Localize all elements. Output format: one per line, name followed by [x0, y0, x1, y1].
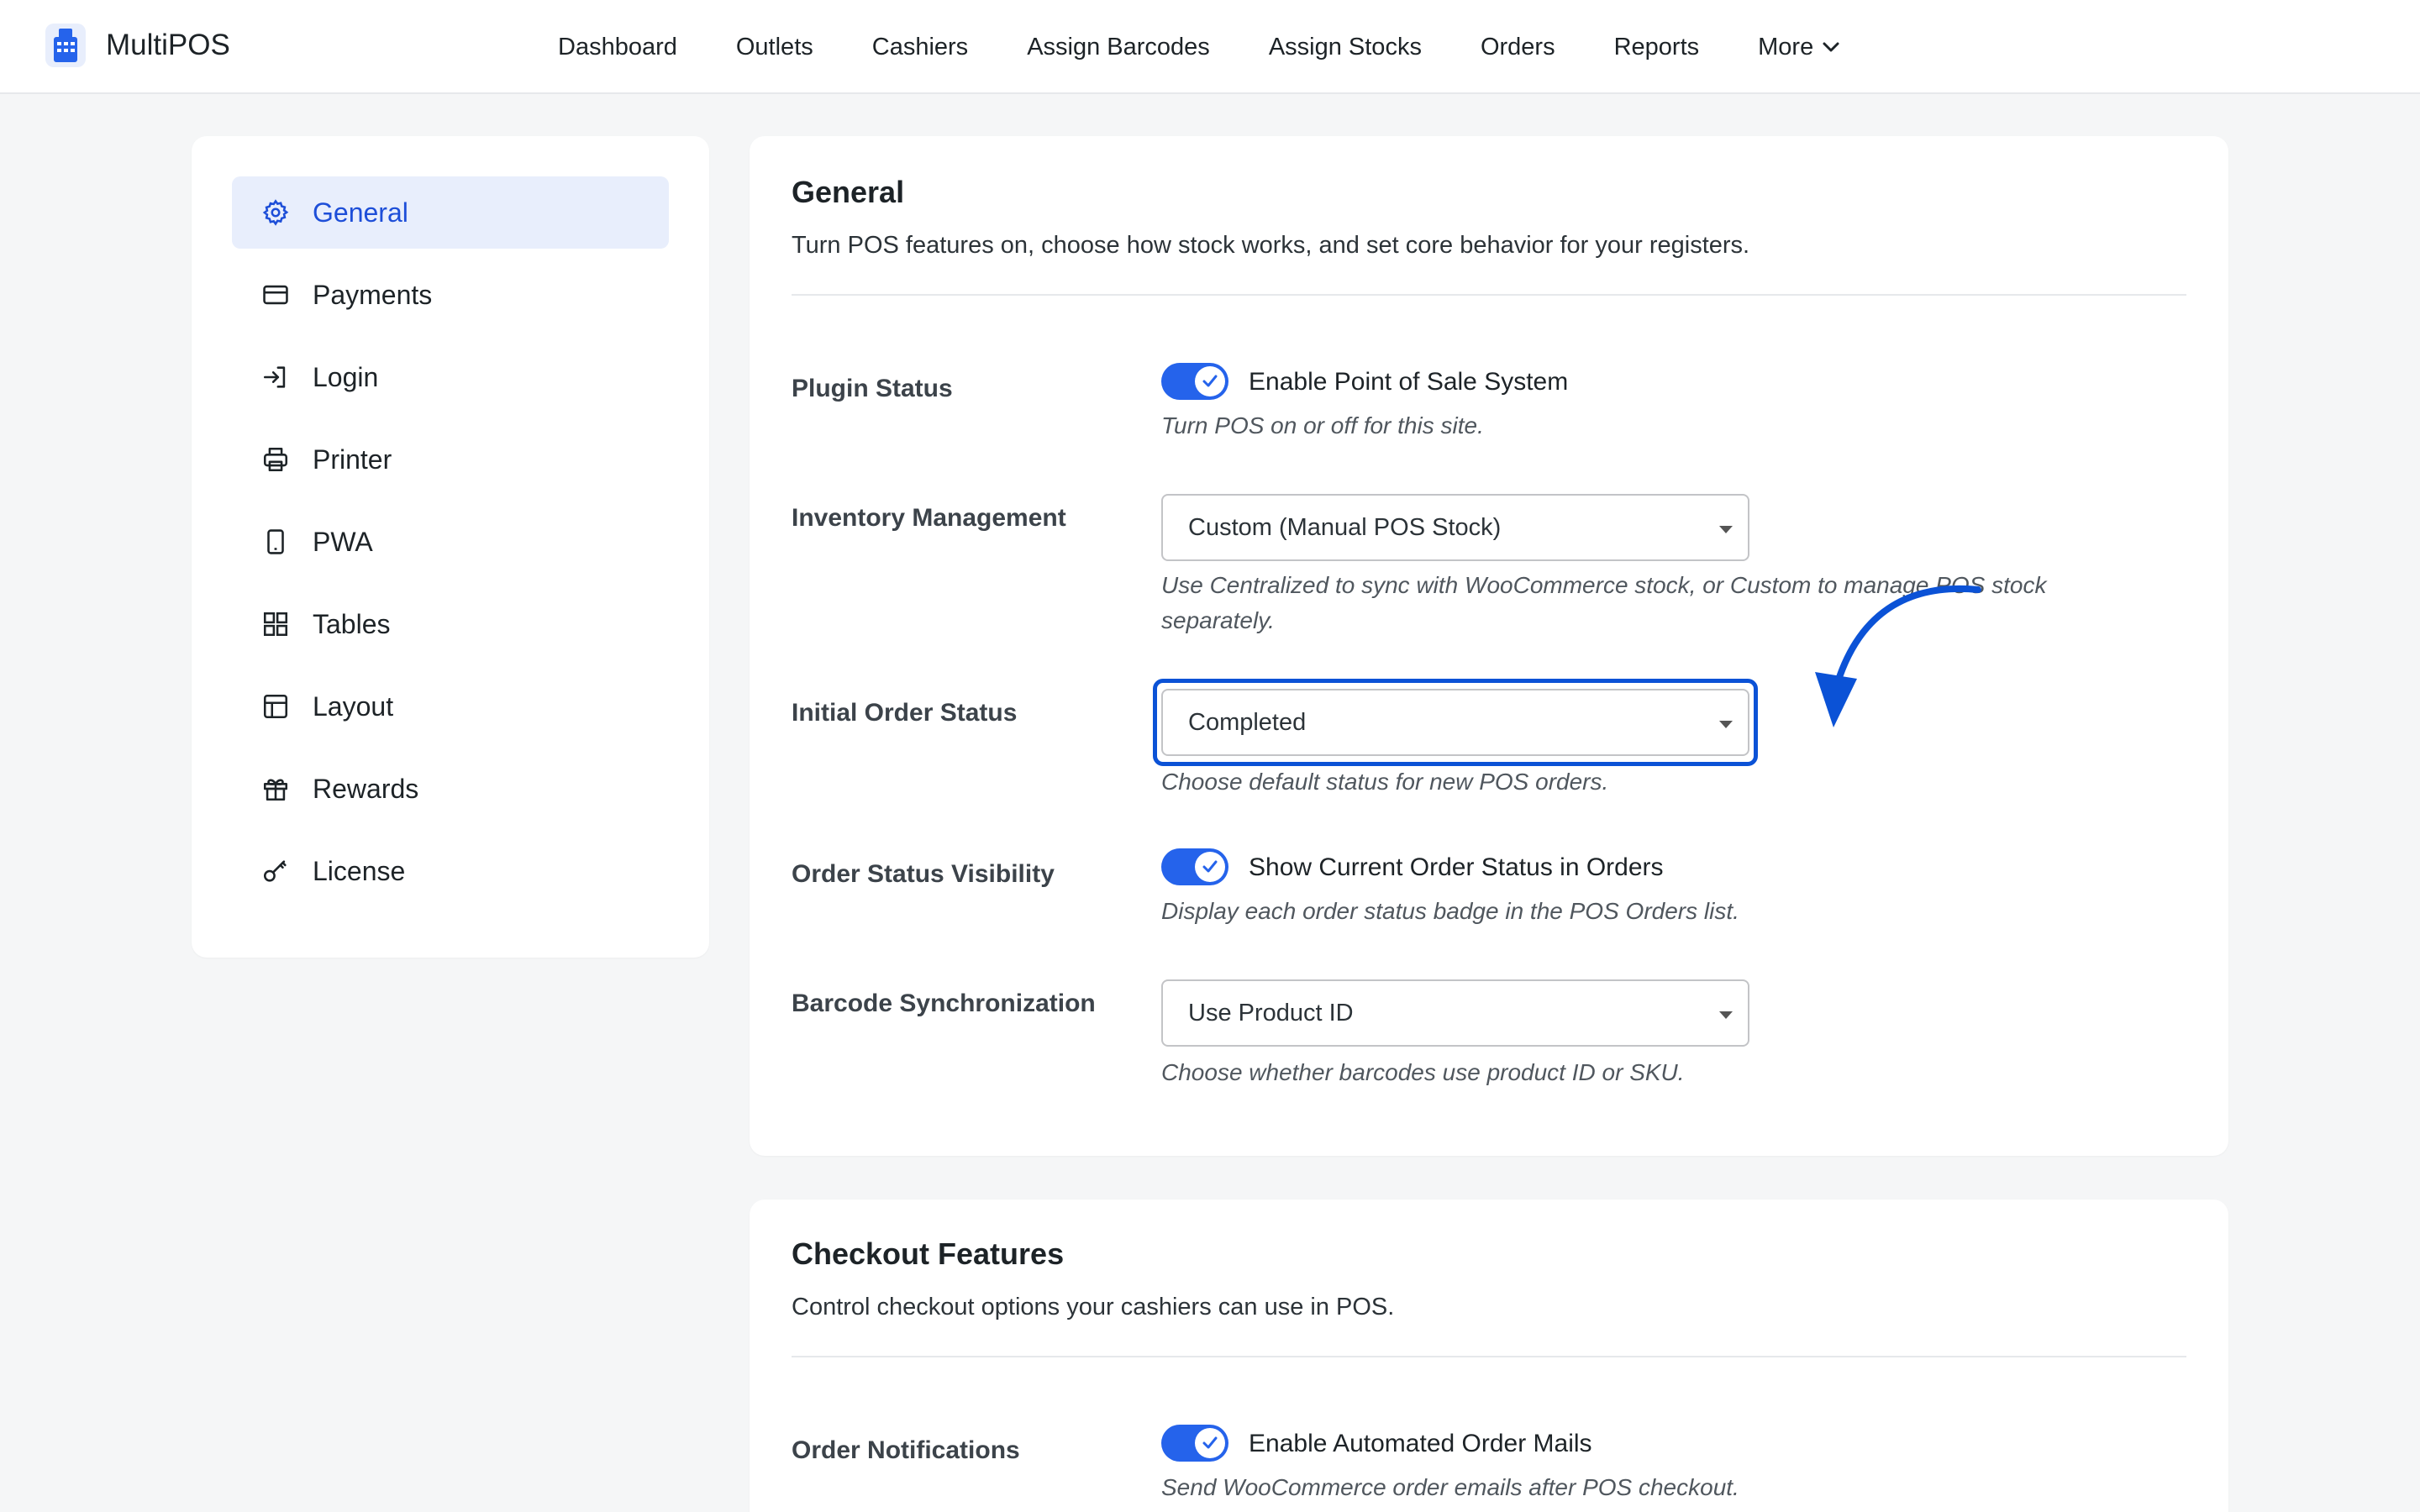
- toggle-knob: [1195, 1428, 1225, 1458]
- plugin-status-toggle[interactable]: [1161, 363, 1228, 400]
- sidebar-item-label: Printer: [313, 444, 392, 475]
- nav-dashboard[interactable]: Dashboard: [558, 34, 677, 61]
- grid-icon: [260, 609, 291, 639]
- section-description: Turn POS features on, choose how stock w…: [792, 232, 1750, 259]
- nav-outlets[interactable]: Outlets: [736, 34, 813, 61]
- nav-orders[interactable]: Orders: [1481, 34, 1555, 61]
- order-status-visibility-toggle[interactable]: [1161, 848, 1228, 885]
- section-title: General: [792, 175, 905, 209]
- top-navigation-bar: MultiPOS Dashboard Outlets Cashiers Assi…: [0, 0, 2420, 94]
- nav-assign-barcodes[interactable]: Assign Barcodes: [1027, 34, 1210, 61]
- sidebar-item-tables[interactable]: Tables: [232, 588, 669, 660]
- sidebar-item-label: PWA: [313, 526, 373, 557]
- sidebar-item-license[interactable]: License: [232, 835, 669, 907]
- barcode-sync-label: Barcode Synchronization: [792, 990, 1096, 1017]
- select-value: Completed: [1188, 708, 1307, 736]
- layout-icon: [260, 691, 291, 722]
- mobile-icon: [260, 527, 291, 557]
- gift-icon: [260, 774, 291, 804]
- check-icon: [1202, 1436, 1218, 1449]
- nav-cashiers[interactable]: Cashiers: [872, 34, 968, 61]
- checkout-features-card: Checkout Features Control checkout optio…: [750, 1200, 2228, 1512]
- sidebar-item-label: Tables: [313, 608, 391, 639]
- initial-order-status-select[interactable]: Completed: [1161, 689, 1749, 756]
- multipos-logo-icon: [45, 24, 86, 67]
- toggle-knob: [1195, 852, 1225, 882]
- inventory-management-label: Inventory Management: [792, 504, 1066, 532]
- nav-reports[interactable]: Reports: [1614, 34, 1700, 61]
- check-icon: [1202, 375, 1218, 387]
- check-icon: [1202, 860, 1218, 873]
- select-value: Custom (Manual POS Stock): [1188, 513, 1502, 541]
- main-nav: Dashboard Outlets Cashiers Assign Barcod…: [558, 0, 1840, 94]
- sidebar-item-printer[interactable]: Printer: [232, 423, 669, 496]
- order-notifications-label: Order Notifications: [792, 1436, 1020, 1464]
- sidebar-item-label: Payments: [313, 279, 433, 310]
- annotation-arrow-icon: [1815, 585, 1981, 727]
- order-notifications-toggle[interactable]: [1161, 1425, 1228, 1462]
- general-settings-card: General Turn POS features on, choose how…: [750, 136, 2228, 1156]
- sidebar-item-label: Rewards: [313, 773, 419, 804]
- order-status-visibility-help: Display each order status badge in the P…: [1161, 898, 1739, 924]
- nav-more[interactable]: More: [1758, 34, 1840, 61]
- plugin-status-help: Turn POS on or off for this site.: [1161, 412, 1484, 438]
- key-icon: [260, 856, 291, 886]
- barcode-sync-help: Choose whether barcodes use product ID o…: [1161, 1059, 1685, 1085]
- section-divider: [792, 1356, 2186, 1357]
- chevron-down-icon: [1823, 42, 1839, 52]
- sidebar-item-label: Layout: [313, 690, 394, 722]
- barcode-sync-select[interactable]: Use Product ID: [1161, 979, 1749, 1047]
- app-name: MultiPOS: [106, 29, 230, 61]
- section-description: Control checkout options your cashiers c…: [792, 1294, 1395, 1320]
- nav-assign-stocks[interactable]: Assign Stocks: [1269, 34, 1422, 61]
- sidebar-item-layout[interactable]: Layout: [232, 670, 669, 743]
- gear-icon: [260, 197, 291, 228]
- initial-order-status-help: Choose default status for new POS orders…: [1161, 769, 1609, 795]
- plugin-status-toggle-text: Enable Point of Sale System: [1249, 368, 1569, 396]
- sidebar-item-label: General: [313, 197, 408, 228]
- plugin-status-label: Plugin Status: [792, 375, 953, 402]
- caret-down-icon: [1719, 721, 1733, 728]
- order-notifications-toggle-text: Enable Automated Order Mails: [1249, 1430, 1592, 1457]
- printer-icon: [260, 444, 291, 475]
- order-status-visibility-label: Order Status Visibility: [792, 860, 1055, 888]
- initial-order-status-label: Initial Order Status: [792, 699, 1018, 727]
- sidebar-item-label: Login: [313, 361, 379, 392]
- inventory-management-select[interactable]: Custom (Manual POS Stock): [1161, 494, 1749, 561]
- sidebar-item-login[interactable]: Login: [232, 341, 669, 413]
- brand[interactable]: MultiPOS: [42, 20, 230, 71]
- sidebar-item-pwa[interactable]: PWA: [232, 506, 669, 578]
- caret-down-icon: [1719, 1011, 1733, 1019]
- select-value: Use Product ID: [1188, 999, 1354, 1026]
- login-icon: [260, 362, 291, 392]
- order-notifications-help: Send WooCommerce order emails after POS …: [1161, 1474, 1739, 1500]
- sidebar-item-label: License: [313, 855, 406, 886]
- sidebar-item-payments[interactable]: Payments: [232, 259, 669, 331]
- credit-card-icon: [260, 280, 291, 310]
- order-status-visibility-toggle-text: Show Current Order Status in Orders: [1249, 853, 1664, 881]
- settings-sidebar: General Payments Login Printer PWA Table…: [192, 136, 709, 958]
- nav-more-label: More: [1758, 33, 1814, 60]
- caret-down-icon: [1719, 526, 1733, 533]
- inventory-help-line2: separately.: [1161, 607, 1275, 633]
- sidebar-item-general[interactable]: General: [232, 176, 669, 249]
- sidebar-item-rewards[interactable]: Rewards: [232, 753, 669, 825]
- toggle-knob: [1195, 366, 1225, 396]
- section-title: Checkout Features: [792, 1236, 1065, 1271]
- section-divider: [792, 294, 2186, 296]
